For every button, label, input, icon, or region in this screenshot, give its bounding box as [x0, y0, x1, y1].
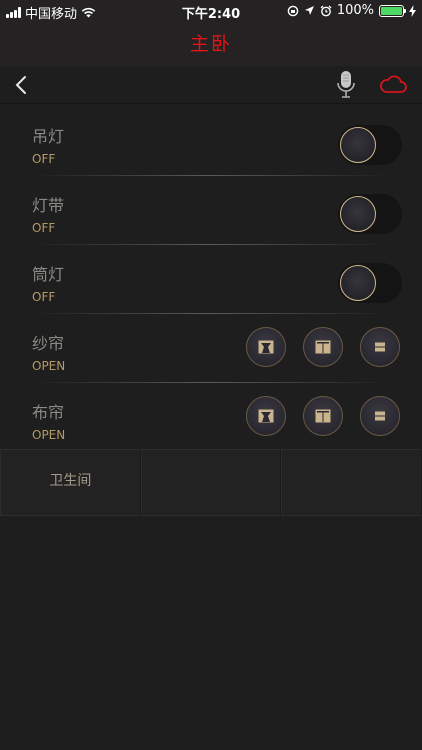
toolbar [0, 66, 422, 104]
curtain-stop-button[interactable] [360, 327, 400, 367]
curtain-close-icon [315, 340, 331, 354]
device-name: 吊灯 [32, 127, 65, 146]
page-title: 主卧 [189, 33, 232, 55]
toggle-knob [340, 265, 376, 301]
curtain-open-button[interactable] [246, 327, 286, 367]
device-state: OPEN [32, 359, 66, 373]
device-state: OFF [32, 152, 56, 166]
device-state: OPEN [32, 428, 66, 442]
location-icon [304, 6, 314, 15]
top-bar: 中国移动 下午2:40 100% 主卧 [0, 0, 422, 66]
device-state: OFF [32, 221, 56, 235]
device-row: 灯带 OFF [0, 176, 422, 245]
curtain-open-icon [258, 409, 274, 423]
device-name: 布帘 [32, 403, 65, 422]
power-toggle[interactable] [338, 194, 402, 234]
device-state: OFF [32, 290, 56, 304]
room-tab-empty[interactable] [281, 449, 422, 516]
device-row: 筒灯 OFF [0, 245, 422, 314]
power-toggle[interactable] [338, 263, 402, 303]
device-name: 灯带 [32, 196, 65, 215]
curtain-open-icon [258, 340, 274, 354]
battery-icon [379, 4, 406, 17]
toggle-knob [340, 196, 376, 232]
curtain-open-button[interactable] [246, 396, 286, 436]
device-name: 纱帘 [32, 334, 65, 353]
device-name: 筒灯 [32, 265, 65, 284]
device-row: 吊灯 OFF [0, 107, 422, 176]
cloud-icon[interactable] [378, 73, 408, 95]
room-tab-bathroom[interactable]: 卫生间 [0, 449, 141, 516]
status-bar: 中国移动 下午2:40 100% [0, 0, 422, 22]
charging-icon [409, 4, 416, 17]
battery-percent: 100% [336, 3, 374, 18]
alarm-icon [320, 5, 332, 16]
status-right: 100% [287, 3, 416, 18]
device-row: 布帘 OPEN [0, 383, 422, 452]
curtain-close-button[interactable] [303, 396, 343, 436]
power-toggle[interactable] [338, 125, 402, 165]
curtain-close-icon [315, 409, 331, 423]
microphone-icon[interactable] [335, 70, 357, 100]
room-tab-empty[interactable] [140, 449, 282, 516]
device-row: 纱帘 OPEN [0, 314, 422, 383]
toggle-knob [340, 127, 376, 163]
curtain-stop-icon [372, 409, 388, 423]
back-icon[interactable] [12, 73, 32, 97]
curtain-close-button[interactable] [303, 327, 343, 367]
rotation-lock-icon [287, 5, 299, 16]
room-tabs: 卫生间 [0, 449, 422, 516]
curtain-stop-button[interactable] [360, 396, 400, 436]
curtain-stop-icon [372, 340, 388, 354]
